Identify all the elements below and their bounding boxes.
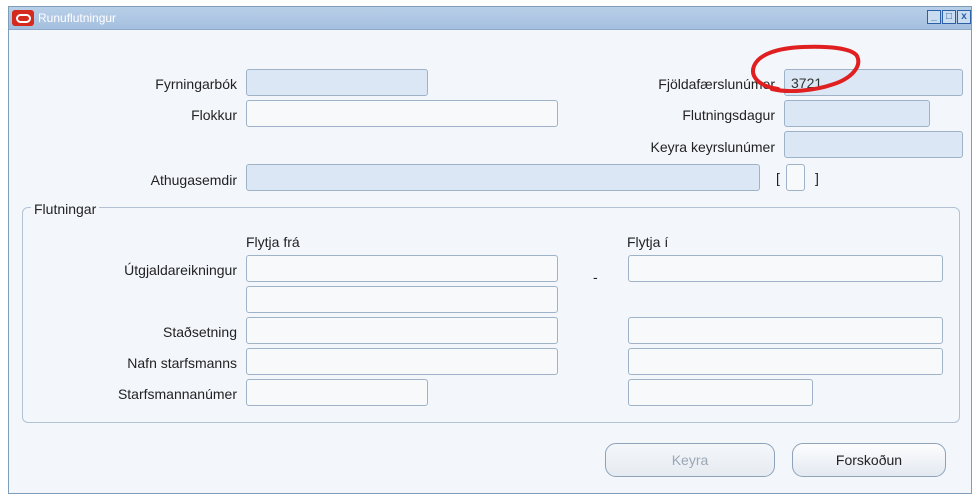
dff-bracket-close: ] — [815, 170, 819, 186]
category-field[interactable] — [246, 100, 558, 127]
comments-label: Athugasemdir — [150, 172, 237, 188]
window-title: Runuflutningur — [38, 11, 117, 25]
comments-field[interactable] — [246, 164, 760, 191]
run-button[interactable]: Keyra — [605, 443, 775, 477]
account-separator: - — [593, 269, 598, 285]
mass-transfer-number-label: Fjöldafærslunúmer — [658, 76, 775, 92]
transfer-date-label: Flutningsdagur — [682, 107, 775, 123]
minimize-icon[interactable]: _ — [927, 10, 941, 24]
from-expense-account-field[interactable] — [246, 255, 558, 282]
to-expense-account-field[interactable] — [628, 255, 943, 282]
from-employee-number-field[interactable] — [246, 379, 428, 406]
from-location-field[interactable] — [246, 317, 558, 344]
run-request-number-label: Keyra keyrslunúmer — [650, 139, 776, 155]
asset-book-field[interactable] — [246, 69, 428, 96]
asset-book-label: Fyrningarbók — [155, 76, 237, 92]
preview-button[interactable]: Forskoðun — [792, 443, 946, 477]
descriptive-flexfield[interactable] — [786, 164, 805, 191]
maximize-icon[interactable]: □ — [942, 10, 956, 24]
close-icon[interactable]: x — [957, 10, 971, 24]
oracle-logo-icon — [12, 10, 34, 26]
title-bar[interactable]: Runuflutningur _ □ x — [9, 7, 971, 30]
employee-number-label: Starfsmannanúmer — [117, 386, 237, 402]
to-employee-number-field[interactable] — [628, 379, 813, 406]
mass-transfer-number-field[interactable]: 3721 — [784, 69, 963, 96]
to-location-field[interactable] — [628, 317, 943, 344]
from-expense-account-field-2[interactable] — [246, 286, 558, 313]
dff-bracket-open: [ — [776, 170, 780, 186]
employee-name-label: Nafn starfsmanns — [127, 355, 237, 371]
from-employee-name-field[interactable] — [246, 348, 558, 375]
mass-transfers-window: Runuflutningur _ □ x Fyrningarbók Flokku… — [8, 6, 972, 494]
category-label: Flokkur — [191, 107, 237, 123]
expense-account-label: Útgjaldareikningur — [124, 262, 237, 278]
run-request-number-field[interactable] — [784, 131, 963, 158]
from-column-header: Flytja frá — [246, 234, 300, 250]
transfer-date-field[interactable] — [784, 100, 930, 127]
to-column-header: Flytja í — [627, 234, 669, 250]
to-employee-name-field[interactable] — [628, 348, 943, 375]
location-label: Staðsetning — [163, 324, 237, 340]
transfers-legend: Flutningar — [31, 201, 100, 217]
